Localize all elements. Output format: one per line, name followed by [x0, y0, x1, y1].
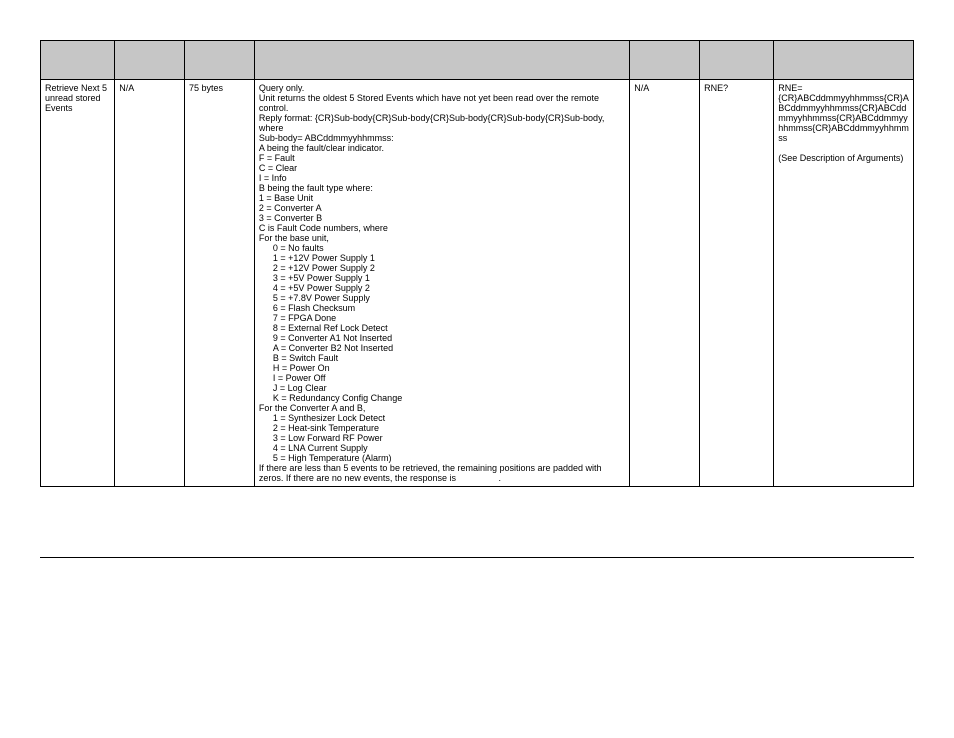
- th-command: [115, 41, 185, 80]
- desc-indent: 0 = No faults: [259, 243, 625, 253]
- desc-indent: H = Power On: [259, 363, 625, 373]
- desc-line: For the base unit,: [259, 233, 625, 243]
- desc-line: I = Info: [259, 173, 625, 183]
- desc-line: Unit returns the oldest 5 Stored Events …: [259, 93, 625, 113]
- desc-line: C = Clear: [259, 163, 625, 173]
- th-query: [700, 41, 774, 80]
- rformat-line: (See Description of Arguments): [778, 153, 909, 163]
- desc-indent: J = Log Clear: [259, 383, 625, 393]
- footer-rule: [40, 557, 914, 558]
- spec-table: Retrieve Next 5 unread stored Events N/A…: [40, 40, 914, 487]
- desc-indent: I = Power Off: [259, 373, 625, 383]
- th-arguments: [185, 41, 255, 80]
- desc-line: 3 = Converter B: [259, 213, 625, 223]
- desc-indent: 8 = External Ref Lock Detect: [259, 323, 625, 333]
- desc-line: For the Converter A and B,: [259, 403, 625, 413]
- desc-indent: 5 = High Temperature (Alarm): [259, 453, 625, 463]
- desc-line: 1 = Base Unit: [259, 193, 625, 203]
- desc-indent: 2 = Heat-sink Temperature: [259, 423, 625, 433]
- desc-line: If there are less than 5 events to be re…: [259, 463, 625, 483]
- desc-line: Sub-body= ABCddmmyyhhmmss:: [259, 133, 625, 143]
- th-response: [630, 41, 700, 80]
- th-response-format: [774, 41, 914, 80]
- desc-indent: 6 = Flash Checksum: [259, 303, 625, 313]
- desc-line: Query only.: [259, 83, 625, 93]
- desc-indent: 4 = +5V Power Supply 2: [259, 283, 625, 293]
- cell-response: N/A: [630, 80, 700, 487]
- th-description: [254, 41, 629, 80]
- cell-parameter: Retrieve Next 5 unread stored Events: [41, 80, 115, 487]
- desc-line: F = Fault: [259, 153, 625, 163]
- desc-indent: 1 = +12V Power Supply 1: [259, 253, 625, 263]
- desc-indent: 4 = LNA Current Supply: [259, 443, 625, 453]
- desc-line: A being the fault/clear indicator.: [259, 143, 625, 153]
- desc-indent: 5 = +7.8V Power Supply: [259, 293, 625, 303]
- desc-indent: 7 = FPGA Done: [259, 313, 625, 323]
- desc-indent: B = Switch Fault: [259, 353, 625, 363]
- desc-indent: 1 = Synthesizer Lock Detect: [259, 413, 625, 423]
- desc-indent: A = Converter B2 Not Inserted: [259, 343, 625, 353]
- table-header: [41, 41, 914, 80]
- rformat-blank: [778, 143, 909, 153]
- desc-line: Reply format: {CR}Sub-body{CR}Sub-body{C…: [259, 113, 625, 133]
- desc-indent: 9 = Converter A1 Not Inserted: [259, 333, 625, 343]
- desc-line: C is Fault Code numbers, where: [259, 223, 625, 233]
- cell-query: RNE?: [700, 80, 774, 487]
- cell-arguments: 75 bytes: [185, 80, 255, 487]
- table-row: Retrieve Next 5 unread stored Events N/A…: [41, 80, 914, 487]
- cell-response-format: RNE={CR}ABCddmmyyhhmmss{CR}ABCddmmyyhhmm…: [774, 80, 914, 487]
- desc-indent: 2 = +12V Power Supply 2: [259, 263, 625, 273]
- rformat-line: RNE={CR}ABCddmmyyhhmmss{CR}ABCddmmyyhhmm…: [778, 83, 909, 143]
- desc-line: 2 = Converter A: [259, 203, 625, 213]
- cell-description: Query only. Unit returns the oldest 5 St…: [254, 80, 629, 487]
- desc-line: B being the fault type where:: [259, 183, 625, 193]
- desc-indent: 3 = Low Forward RF Power: [259, 433, 625, 443]
- desc-indent: 3 = +5V Power Supply 1: [259, 273, 625, 283]
- desc-indent: K = Redundancy Config Change: [259, 393, 625, 403]
- cell-command: N/A: [115, 80, 185, 487]
- th-parameter: [41, 41, 115, 80]
